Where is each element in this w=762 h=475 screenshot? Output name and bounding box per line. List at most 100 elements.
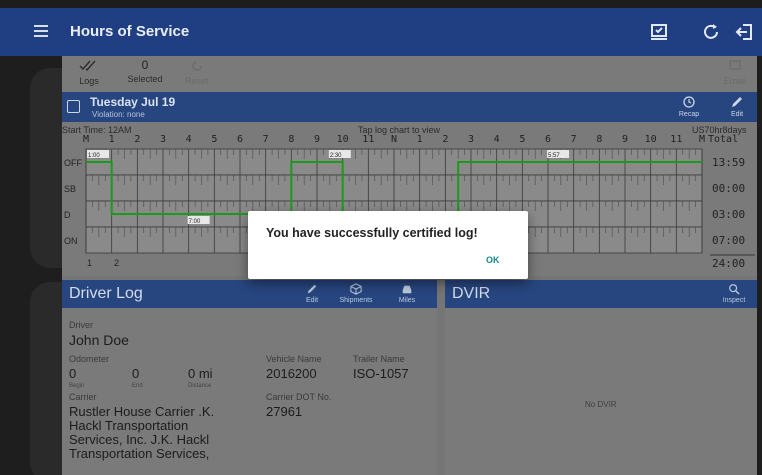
day-header: Tuesday Jul 19 Violation: none Recap Edi… (62, 92, 757, 122)
carrier-line-2: Hackl Transportation (69, 418, 189, 433)
email-button[interactable]: Email (718, 58, 752, 86)
bottom-marker: 2 (114, 258, 119, 268)
miles-button[interactable]: Miles (392, 283, 422, 304)
certify-success-dialog: You have successfully certified log! OK (248, 211, 528, 279)
selected-indicator: 0 Selected (120, 58, 170, 84)
hour-label: 10 (337, 134, 349, 145)
hour-label: 7 (263, 134, 269, 145)
dvir-title: DVIR (452, 285, 491, 302)
refresh-icon[interactable] (700, 21, 722, 43)
left-edge (0, 56, 90, 475)
ok-button[interactable]: OK (486, 255, 500, 265)
driver-log-panel: Driver Log Edit Shipments Miles Driver J… (62, 280, 437, 475)
row-total: 13:59 (712, 156, 745, 169)
hour-label: 9 (314, 134, 320, 145)
reset-icon (192, 61, 202, 71)
hour-label: 11 (362, 134, 374, 145)
hour-label: 7 (571, 134, 577, 145)
hour-label: 6 (545, 134, 551, 145)
row-total: 00:00 (712, 182, 745, 195)
driver-log-title: Driver Log (69, 285, 143, 302)
email-icon (729, 60, 741, 70)
dot-number: 27961 (266, 404, 303, 419)
carrier-label: Carrier (69, 392, 97, 402)
hour-label: 8 (596, 134, 602, 145)
time-label: 5:57 (548, 153, 560, 159)
inspect-button[interactable]: Inspect (717, 283, 751, 304)
driver-log-header: Driver Log Edit Shipments Miles (62, 280, 437, 308)
hour-label: 3 (468, 134, 474, 145)
odometer-distance: 0 mi (188, 366, 213, 381)
selected-count: 0 (141, 58, 149, 72)
vehicle-name: 2016200 (266, 366, 317, 381)
dvir-panel: DVIR Inspect No DVIR (445, 280, 757, 475)
hour-label: 5 (211, 134, 217, 145)
hour-label: 8 (288, 134, 294, 145)
history-icon (683, 96, 695, 108)
recap-button[interactable]: Recap (674, 95, 704, 118)
right-edge (757, 56, 762, 475)
no-dvir-text: No DVIR (585, 400, 617, 409)
hour-label: 9 (622, 134, 628, 145)
pencil-icon (307, 284, 317, 294)
edit-day-button[interactable]: Edit (722, 95, 752, 118)
hour-label: N (391, 134, 397, 145)
app-title: Hours of Service (70, 23, 190, 40)
time-label: 1:00 (88, 153, 100, 159)
status-bar (0, 0, 762, 8)
row-label: OFF (64, 158, 82, 168)
odometer-end: 0 (132, 366, 140, 381)
hour-label: 6 (237, 134, 243, 145)
menu-icon[interactable] (34, 25, 48, 40)
carrier-line-1: Rustler House Carrier .K. (69, 404, 215, 419)
search-icon (729, 284, 740, 295)
driver-label: Driver (69, 320, 93, 330)
dialog-message: You have successfully certified log! (266, 226, 478, 240)
hour-label: 3 (160, 134, 166, 145)
dvir-header: DVIR Inspect (445, 280, 757, 308)
logs-button[interactable]: Logs (72, 58, 106, 86)
odometer-begin: 0 (69, 366, 77, 381)
total-header: Total (708, 134, 738, 145)
trailer-name: ISO-1057 (353, 366, 409, 381)
edit-log-button[interactable]: Edit (300, 283, 324, 304)
row-label: D (64, 210, 71, 220)
logout-icon[interactable] (734, 21, 756, 43)
row-label: SB (64, 184, 76, 194)
shipments-button[interactable]: Shipments (334, 283, 378, 304)
hour-label: 1 (109, 134, 115, 145)
hour-label: 11 (670, 134, 682, 145)
row-total: 07:00 (712, 234, 745, 247)
hour-label: 5 (519, 134, 525, 145)
log-toolbar: Logs 0 Selected Reset Email (62, 56, 757, 92)
pencil-icon (732, 97, 742, 107)
hour-label: 10 (645, 134, 657, 145)
double-check-icon (79, 60, 96, 72)
hour-label: 2 (134, 134, 140, 145)
hour-label: M (83, 134, 89, 145)
certify-icon[interactable] (648, 21, 670, 43)
carrier-line-4: Transportation Services, (69, 446, 210, 461)
reset-button[interactable]: Reset (180, 58, 214, 86)
certify-checkbox[interactable] (67, 100, 80, 113)
dot-label: Carrier DOT No. (266, 392, 332, 402)
package-icon (350, 283, 362, 295)
carrier-line-3: Services, Inc. J.K. Hackl (69, 432, 210, 447)
car-icon (402, 285, 412, 294)
grand-total: 24:00 (712, 257, 745, 270)
hour-label: 2 (442, 134, 448, 145)
log-date: Tuesday Jul 19 (90, 95, 176, 109)
app-bar: Hours of Service (0, 8, 762, 56)
hour-label: 4 (494, 134, 500, 145)
time-label: 2:30 (330, 153, 342, 159)
trailer-label: Trailer Name (353, 354, 405, 364)
vehicle-label: Vehicle Name (266, 354, 322, 364)
hour-label: 1 (417, 134, 423, 145)
violation-status: Violation: none (92, 110, 145, 119)
odometer-label: Odometer (69, 354, 110, 364)
bottom-marker: 1 (87, 258, 92, 268)
hour-label: M (699, 134, 705, 145)
hour-label: 4 (186, 134, 192, 145)
driver-name: John Doe (69, 332, 129, 348)
row-label: ON (64, 236, 78, 246)
